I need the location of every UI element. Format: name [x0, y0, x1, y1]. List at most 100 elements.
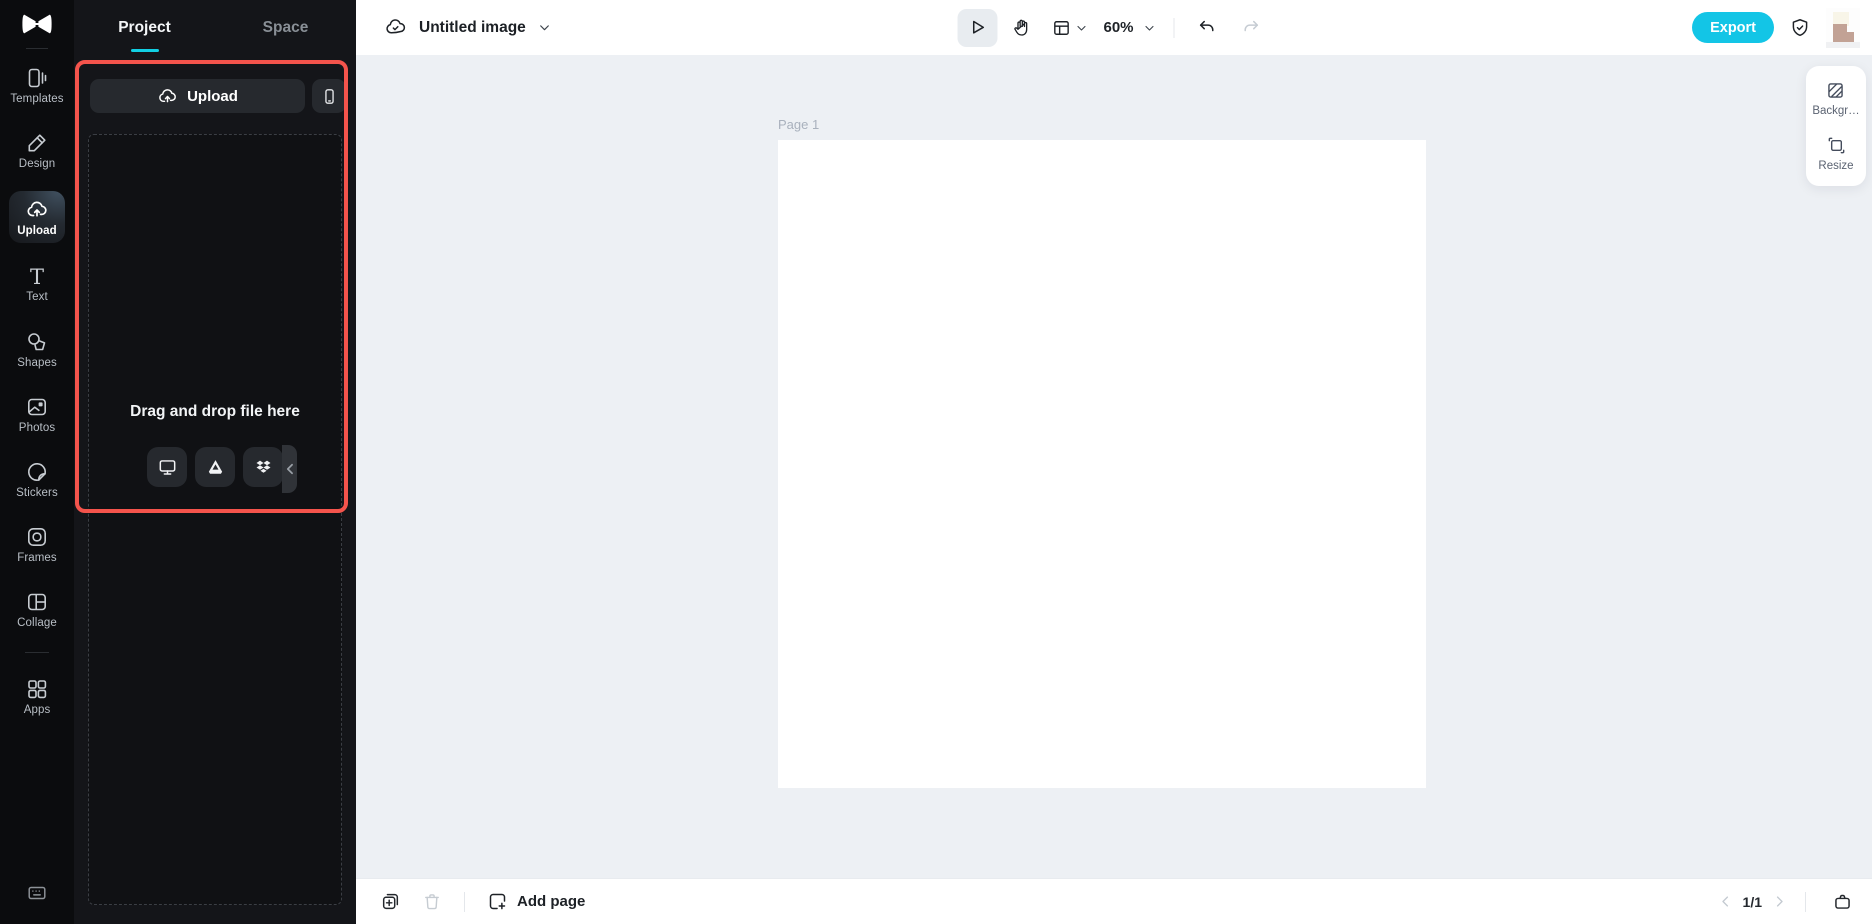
sidebar-item-label: Apps — [24, 704, 51, 716]
phone-icon — [320, 87, 339, 106]
delete-page-button[interactable] — [414, 885, 450, 919]
shield-check-icon[interactable] — [1789, 17, 1811, 39]
page-manager-button[interactable] — [1824, 885, 1860, 919]
topbar-right: Export — [1692, 0, 1860, 55]
document-title[interactable]: Untitled image — [419, 19, 526, 37]
page-indicator: 1/1 — [1743, 894, 1762, 910]
divider — [464, 892, 465, 912]
sidebar-item-stickers[interactable]: Stickers — [9, 455, 65, 503]
sidebar-item-text[interactable]: T Text — [9, 260, 65, 308]
computer-icon — [157, 457, 178, 478]
google-drive-icon — [205, 457, 226, 478]
text-icon: T — [30, 266, 44, 288]
templates-icon — [25, 66, 49, 90]
next-page-button[interactable] — [1772, 894, 1787, 909]
title-chevron-down-icon[interactable] — [538, 21, 551, 34]
upload-row: Upload — [90, 79, 346, 113]
tool-group: 60% — [957, 0, 1270, 55]
tab-project[interactable]: Project — [74, 0, 215, 55]
upload-sources — [74, 447, 356, 487]
hand-icon — [1011, 18, 1031, 38]
sidebar-item-label: Upload — [17, 225, 57, 237]
photos-icon — [25, 395, 49, 419]
upload-icon — [25, 198, 49, 222]
divider — [1805, 892, 1806, 912]
keyboard-shortcuts-icon[interactable] — [26, 882, 48, 904]
tab-space[interactable]: Space — [215, 0, 356, 55]
divider — [25, 652, 49, 653]
bottom-toolbar: Add page 1/1 — [356, 878, 1872, 924]
upload-from-phone-button[interactable] — [312, 79, 346, 113]
panel-collapse-handle[interactable] — [282, 445, 297, 493]
sidebar-item-label: Templates — [10, 93, 63, 105]
sidebar-item-collage[interactable]: Collage — [9, 585, 65, 633]
add-page-icon — [487, 891, 508, 912]
zoom-level-value: 60% — [1103, 19, 1133, 36]
sidebar-item-label: Photos — [19, 422, 55, 434]
duplicate-page-icon — [380, 891, 401, 912]
collage-icon — [25, 590, 49, 614]
upload-from-computer-button[interactable] — [147, 447, 187, 487]
chevron-left-icon — [285, 463, 294, 475]
sidebar-nav: Templates Design Upload T Text — [0, 61, 74, 720]
resize-label: Resize — [1818, 160, 1853, 172]
shapes-icon — [25, 330, 49, 354]
app-sidebar: Templates Design Upload T Text — [0, 0, 74, 924]
drag-drop-zone[interactable] — [88, 134, 342, 905]
layout-chevron-down-icon — [1075, 22, 1087, 34]
tab-space-label: Space — [263, 19, 309, 37]
layout-tool-button[interactable] — [1045, 9, 1093, 47]
page-label: Page 1 — [778, 117, 819, 132]
stickers-icon — [25, 460, 49, 484]
cursor-icon — [967, 18, 987, 38]
zoom-chevron-down-icon — [1144, 22, 1156, 34]
sidebar-item-frames[interactable]: Frames — [9, 520, 65, 568]
upload-panel: Project Space Upload Drag and drop file … — [74, 0, 356, 924]
select-tool-button[interactable] — [957, 9, 997, 47]
layout-icon — [1051, 18, 1071, 38]
capcut-logo[interactable] — [0, 0, 74, 48]
undo-button[interactable] — [1187, 9, 1227, 47]
export-button[interactable]: Export — [1692, 12, 1774, 43]
upload-button[interactable]: Upload — [90, 79, 305, 113]
canvas-area[interactable]: Page 1 Backgr… Resize — [356, 55, 1872, 878]
sidebar-item-photos[interactable]: Photos — [9, 390, 65, 438]
background-button[interactable]: Backgr… — [1812, 80, 1859, 117]
upload-from-google-drive-button[interactable] — [195, 447, 235, 487]
sidebar-item-upload[interactable]: Upload — [9, 191, 65, 243]
sidebar-item-label: Shapes — [17, 357, 57, 369]
hand-tool-button[interactable] — [1001, 9, 1041, 47]
panel-tabs: Project Space — [74, 0, 356, 55]
active-tab-underline — [131, 49, 159, 52]
divider — [1174, 18, 1175, 38]
upload-from-dropbox-button[interactable] — [243, 447, 283, 487]
document-info: Untitled image — [384, 0, 551, 55]
resize-button[interactable]: Resize — [1818, 135, 1853, 172]
sidebar-item-label: Text — [26, 291, 48, 303]
user-avatar[interactable] — [1826, 8, 1860, 48]
cloud-saved-icon — [384, 16, 407, 39]
sidebar-item-label: Collage — [17, 617, 57, 629]
sidebar-item-design[interactable]: Design — [9, 126, 65, 174]
sidebar-item-shapes[interactable]: Shapes — [9, 325, 65, 373]
resize-icon — [1826, 135, 1847, 156]
dropbox-icon — [253, 457, 274, 478]
zoom-level-control[interactable]: 60% — [1097, 9, 1161, 47]
duplicate-page-button[interactable] — [372, 885, 408, 919]
redo-icon — [1241, 18, 1260, 37]
design-icon — [25, 131, 49, 155]
chevron-left-icon — [1718, 894, 1733, 909]
chevron-right-icon — [1772, 894, 1787, 909]
sidebar-item-label: Design — [19, 158, 55, 170]
dropzone-text: Drag and drop file here — [74, 403, 356, 421]
sidebar-item-templates[interactable]: Templates — [9, 61, 65, 109]
add-page-button[interactable]: Add page — [479, 885, 593, 919]
redo-button[interactable] — [1231, 9, 1271, 47]
add-page-label: Add page — [517, 893, 585, 910]
design-page[interactable] — [778, 140, 1426, 788]
trash-icon — [422, 892, 442, 912]
apps-icon — [25, 677, 49, 701]
page-settings-card: Backgr… Resize — [1806, 66, 1866, 186]
previous-page-button[interactable] — [1718, 894, 1733, 909]
sidebar-item-apps[interactable]: Apps — [9, 672, 65, 720]
